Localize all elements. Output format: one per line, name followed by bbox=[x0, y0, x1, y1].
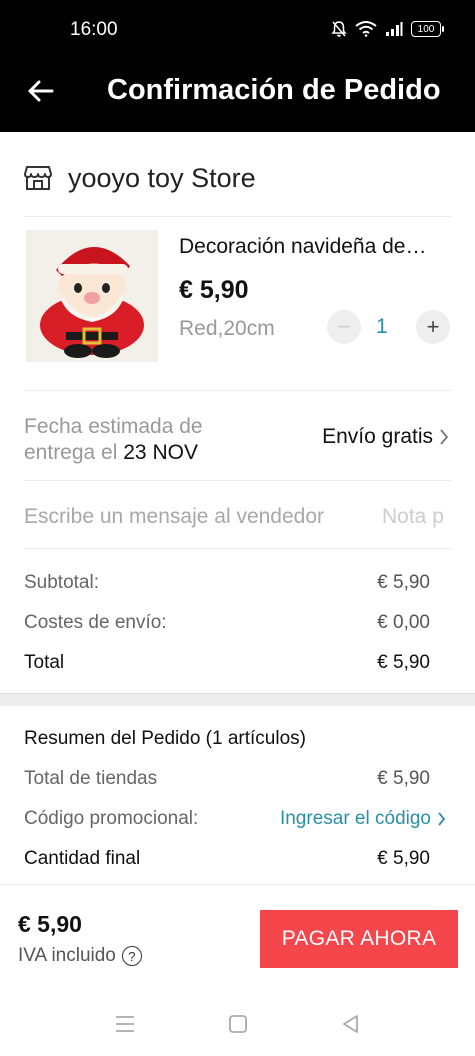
store-header[interactable]: yooyo toy Store bbox=[24, 150, 256, 206]
promo-link-label: Ingresar el código bbox=[279, 808, 431, 829]
final-amount-label: Cantidad final bbox=[24, 848, 141, 869]
section-separator bbox=[0, 693, 475, 706]
product-price: € 5,90 bbox=[179, 276, 249, 304]
quantity-increase-button[interactable]: + bbox=[416, 310, 450, 344]
promo-code-label: Código promocional: bbox=[24, 808, 199, 829]
delivery-estimate: Fecha estimada de entrega el 23 NOV bbox=[24, 414, 203, 466]
footer-total: € 5,90 bbox=[18, 911, 82, 937]
subtotal-value: € 5,90 bbox=[377, 572, 430, 593]
store-icon bbox=[24, 166, 52, 190]
wifi-icon bbox=[355, 21, 377, 37]
page-title: Confirmación de Pedido bbox=[107, 74, 441, 106]
mute-bell-icon bbox=[331, 21, 347, 37]
quantity-decrease-button[interactable]: − bbox=[327, 310, 361, 344]
menu-icon[interactable] bbox=[113, 1012, 137, 1036]
vat-label: IVA incluido bbox=[18, 945, 116, 966]
total-value: € 5,90 bbox=[377, 652, 430, 673]
checkout-footer: € 5,90 IVA incluido ? PAGAR AHORA bbox=[0, 884, 475, 990]
note-input[interactable]: Nota p bbox=[382, 505, 452, 529]
shipping-label: Envío gratis bbox=[322, 425, 433, 448]
battery-level: 100 bbox=[417, 23, 435, 35]
status-time: 16:00 bbox=[70, 19, 118, 40]
order-summary-title: Resumen del Pedido (1 artículos) bbox=[24, 728, 306, 749]
stores-total-row: Total de tiendas € 5,90 bbox=[24, 768, 430, 790]
final-amount-value: € 5,90 bbox=[377, 848, 430, 869]
final-amount-row: Cantidad final € 5,90 bbox=[24, 848, 430, 870]
shipping-cost-label: Costes de envío: bbox=[24, 612, 167, 633]
chevron-right-icon bbox=[440, 429, 449, 445]
product-image[interactable] bbox=[26, 230, 158, 362]
shipping-option[interactable]: Envío gratis bbox=[322, 425, 449, 449]
quantity-value: 1 bbox=[376, 315, 388, 338]
system-nav-bar bbox=[0, 990, 475, 1056]
subtotal-row: Subtotal: € 5,90 bbox=[24, 572, 430, 594]
product-variant: Red,20cm bbox=[179, 317, 275, 340]
divider bbox=[24, 548, 452, 549]
enter-promo-code-link[interactable]: Ingresar el código bbox=[280, 808, 446, 830]
help-icon[interactable]: ? bbox=[121, 946, 142, 966]
stores-total-value: € 5,90 bbox=[377, 768, 430, 789]
delivery-label-line1: Fecha estimada de bbox=[24, 415, 203, 438]
delivery-date: 23 NOV bbox=[123, 441, 198, 464]
product-title[interactable]: Decoración navideña de… bbox=[179, 235, 449, 259]
pay-now-button[interactable]: PAGAR AHORA bbox=[260, 910, 458, 968]
back-triangle-icon[interactable] bbox=[339, 1012, 363, 1036]
status-icons: 100 bbox=[331, 20, 444, 38]
divider bbox=[24, 390, 452, 391]
battery-icon: 100 bbox=[411, 21, 444, 37]
shipping-cost-value: € 0,00 bbox=[377, 612, 430, 633]
app-bar: Confirmación de Pedido bbox=[0, 60, 475, 132]
total-row: Total € 5,90 bbox=[24, 652, 430, 674]
signal-icon bbox=[386, 22, 403, 36]
store-name: yooyo toy Store bbox=[68, 162, 256, 193]
vat-included: IVA incluido ? bbox=[18, 945, 142, 967]
delivery-label-line2: entrega el 23 NOV bbox=[24, 440, 203, 466]
status-bar: 16:00 100 bbox=[0, 0, 475, 60]
seller-message-input[interactable]: Escribe un mensaje al vendedor bbox=[24, 505, 324, 529]
delivery-label-prefix: entrega el bbox=[24, 441, 124, 464]
divider bbox=[24, 480, 452, 481]
arrow-left-icon[interactable] bbox=[26, 76, 56, 106]
subtotal-label: Subtotal: bbox=[24, 572, 99, 593]
promo-code-row: Código promocional: Ingresar el código bbox=[24, 808, 446, 830]
home-icon[interactable] bbox=[226, 1012, 250, 1036]
chevron-right-icon bbox=[438, 812, 446, 826]
total-label: Total bbox=[24, 652, 65, 673]
santa-toy-image bbox=[26, 230, 158, 362]
divider bbox=[24, 216, 452, 217]
stores-total-label: Total de tiendas bbox=[24, 768, 158, 789]
shipping-cost-row: Costes de envío: € 0,00 bbox=[24, 612, 430, 634]
